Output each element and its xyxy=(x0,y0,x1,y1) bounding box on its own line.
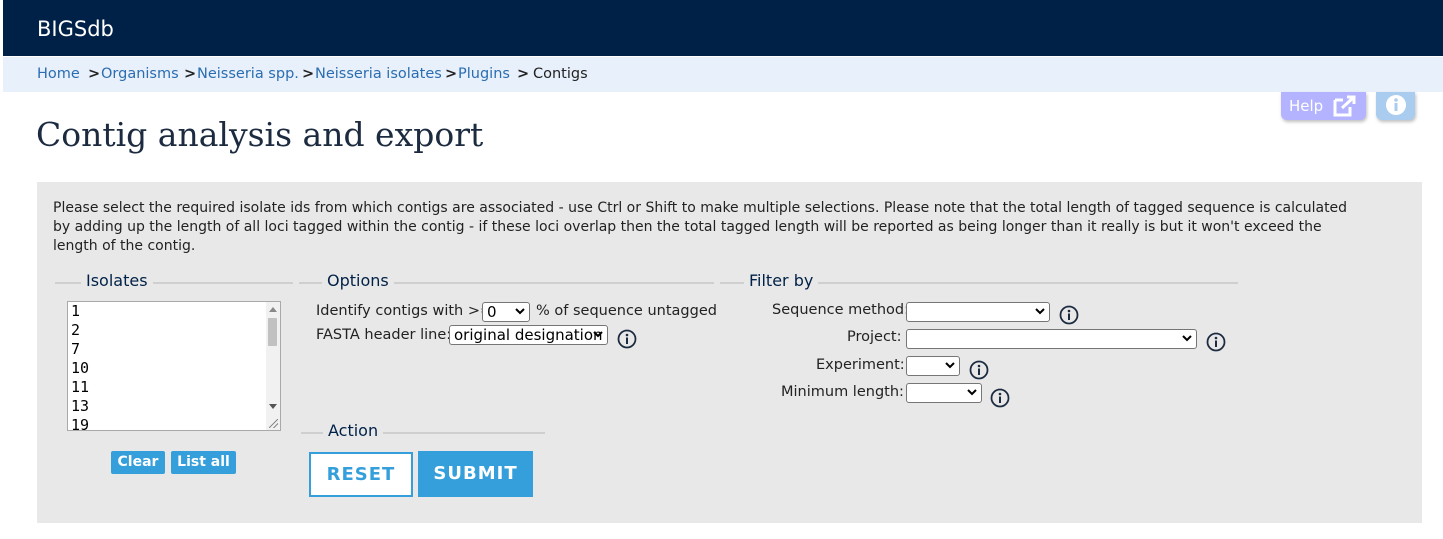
identify-contigs-label: Identify contigs with >= xyxy=(316,303,493,319)
breadcrumb-current-contigs: Contigs xyxy=(533,66,588,82)
chevron-down-icon xyxy=(593,331,603,338)
help-label: Help xyxy=(1289,97,1324,115)
list-item[interactable]: 7 xyxy=(68,340,280,359)
list-item[interactable]: 2 xyxy=(68,321,280,340)
isolate-select-list[interactable]: 1 2 7 10 11 13 19 xyxy=(67,301,281,431)
info-icon xyxy=(1386,95,1406,115)
scroll-down-icon[interactable] xyxy=(269,404,277,409)
options-legend: Options xyxy=(322,271,394,290)
page-title: Contig analysis and export xyxy=(36,115,484,154)
help-button[interactable]: Help xyxy=(1281,92,1366,120)
list-item[interactable]: 10 xyxy=(68,359,280,378)
brand-logo[interactable]: BIGSdb xyxy=(37,17,114,41)
breadcrumb-separator: > xyxy=(184,66,197,82)
info-icon[interactable] xyxy=(617,329,637,349)
resize-grip-icon[interactable] xyxy=(269,419,278,428)
info-icon[interactable] xyxy=(969,360,989,380)
instructions-text: Please select the required isolate ids f… xyxy=(53,200,1348,254)
list-item[interactable]: 11 xyxy=(68,378,280,397)
chevron-down-icon xyxy=(945,362,955,369)
sequence-method-label: Sequence method: xyxy=(772,302,910,318)
scroll-up-icon[interactable] xyxy=(269,307,277,312)
list-item[interactable]: 1 xyxy=(68,302,280,321)
chevron-down-icon xyxy=(1182,335,1192,342)
untagged-percent-value: 0 xyxy=(487,303,497,321)
untagged-suffix-label: % of sequence untagged xyxy=(536,303,717,319)
breadcrumb-separator: > xyxy=(517,66,530,82)
submit-button[interactable]: SUBMIT xyxy=(418,451,533,497)
breadcrumb-plugins[interactable]: Plugins xyxy=(458,66,510,82)
chevron-down-icon xyxy=(515,308,525,315)
minimum-length-select[interactable] xyxy=(906,383,982,403)
breadcrumb-separator: > xyxy=(302,66,315,82)
filter-legend: Filter by xyxy=(744,271,819,290)
list-item[interactable]: 13 xyxy=(68,397,280,416)
breadcrumb-home[interactable]: Home xyxy=(37,66,80,82)
fasta-header-value: original designation xyxy=(454,326,603,344)
list-item[interactable]: 19 xyxy=(68,416,280,430)
project-select[interactable] xyxy=(906,329,1197,349)
main-form-panel: Please select the required isolate ids f… xyxy=(37,182,1422,523)
reset-button[interactable]: RESET xyxy=(309,452,413,497)
experiment-select[interactable] xyxy=(906,356,960,376)
breadcrumb-separator: > xyxy=(88,66,101,82)
breadcrumb-separator: > xyxy=(445,66,458,82)
sequence-method-select[interactable] xyxy=(906,302,1050,322)
page-info-button[interactable] xyxy=(1376,92,1415,120)
chevron-down-icon xyxy=(967,389,977,396)
clear-button[interactable]: Clear xyxy=(111,451,165,474)
experiment-label: Experiment: xyxy=(816,357,905,373)
breadcrumb-neisseria-spp[interactable]: Neisseria spp. xyxy=(197,66,299,82)
breadcrumb: Home > Organisms > Neisseria spp. > Neis… xyxy=(3,57,1443,92)
isolates-legend: Isolates xyxy=(81,271,153,290)
breadcrumb-organisms[interactable]: Organisms xyxy=(101,66,179,82)
chevron-down-icon xyxy=(1035,308,1045,315)
project-label: Project: xyxy=(847,329,902,345)
external-link-icon xyxy=(1333,95,1356,117)
fasta-header-label: FASTA header line: xyxy=(316,327,452,343)
minimum-length-label: Minimum length: xyxy=(781,384,904,400)
info-icon[interactable] xyxy=(990,388,1010,408)
fasta-header-select[interactable]: original designation xyxy=(449,325,608,345)
info-icon[interactable] xyxy=(1206,332,1226,352)
breadcrumb-neisseria-isolates[interactable]: Neisseria isolates xyxy=(315,66,442,82)
action-legend: Action xyxy=(323,421,384,440)
info-icon[interactable] xyxy=(1059,305,1079,325)
top-header: BIGSdb xyxy=(3,0,1443,56)
list-all-button[interactable]: List all xyxy=(171,451,236,474)
untagged-percent-select[interactable]: 0 xyxy=(482,302,530,322)
scrollbar-thumb[interactable] xyxy=(268,318,277,346)
